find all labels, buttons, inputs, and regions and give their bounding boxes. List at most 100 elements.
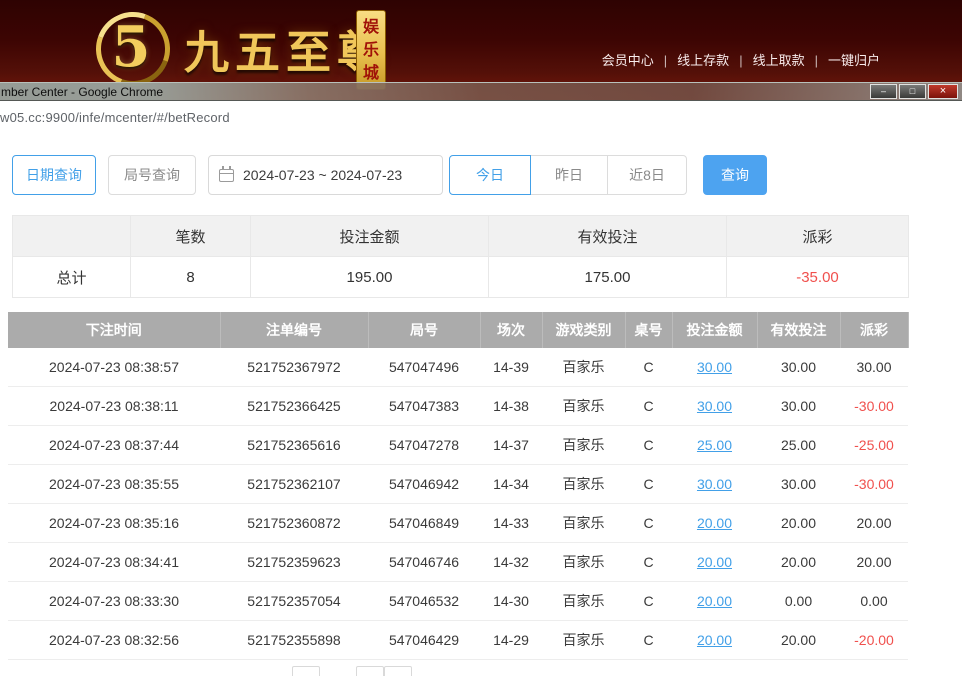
cell-game-type: 百家乐	[542, 387, 625, 426]
pagination-fragment[interactable]	[356, 666, 384, 676]
bet-amount-link[interactable]: 30.00	[697, 476, 732, 492]
cell-round-number: 547047496	[368, 348, 480, 387]
bet-amount-link[interactable]: 20.00	[697, 632, 732, 648]
cell-bet-amount: 30.00	[672, 465, 757, 504]
bet-amount-link[interactable]: 20.00	[697, 593, 732, 609]
summary-header-row: 笔数 投注金额 有效投注 派彩	[13, 216, 909, 257]
cell-game-type: 百家乐	[542, 504, 625, 543]
maximize-button[interactable]: □	[899, 84, 926, 99]
cell-game-type: 百家乐	[542, 543, 625, 582]
summary-header-valid-bet: 有效投注	[489, 216, 727, 257]
date-range-input[interactable]: 2024-07-23 ~ 2024-07-23	[208, 155, 443, 195]
date-range-value: 2024-07-23 ~ 2024-07-23	[243, 167, 402, 183]
cell-payout: 0.00	[840, 582, 908, 621]
minimize-button[interactable]: –	[870, 84, 897, 99]
cell-table-code: C	[625, 348, 672, 387]
round-query-tab[interactable]: 局号查询	[108, 155, 196, 195]
cell-table-code: C	[625, 621, 672, 660]
summary-total-count: 8	[131, 257, 251, 298]
bet-record-row: 2024-07-23 08:38:11 521752366425 5470473…	[8, 387, 908, 426]
cell-payout: -30.00	[840, 387, 908, 426]
cell-payout: 30.00	[840, 348, 908, 387]
cell-bet-number: 521752357054	[220, 582, 368, 621]
bet-record-row: 2024-07-23 08:37:44 521752365616 5470472…	[8, 426, 908, 465]
cell-round-number: 547046849	[368, 504, 480, 543]
cell-valid-bet: 20.00	[757, 543, 840, 582]
cell-round-number: 547046746	[368, 543, 480, 582]
address-bar: w05.cc:9900/infe/mcenter/#/betRecord	[0, 101, 962, 133]
cell-table-code: C	[625, 465, 672, 504]
site-logo-emblem: 5	[88, 4, 174, 90]
banner-nav-link[interactable]: 一键归户	[828, 50, 880, 69]
cell-round-number: 547047278	[368, 426, 480, 465]
cell-table-code: C	[625, 504, 672, 543]
cell-bet-time: 2024-07-23 08:38:57	[8, 348, 220, 387]
cell-bet-time: 2024-07-23 08:38:11	[8, 387, 220, 426]
screen: 5 九五至尊 娱乐城 会员中心线上存款线上取款一键归户 mber Center …	[0, 0, 962, 676]
summary-total-row: 总计 8 195.00 175.00 -35.00	[13, 257, 909, 298]
pagination-fragment[interactable]	[292, 666, 320, 676]
records-header-cell: 局号	[368, 312, 480, 348]
logo-number: 5	[88, 4, 174, 90]
cell-session: 14-34	[480, 465, 542, 504]
records-header-cell: 注单编号	[220, 312, 368, 348]
cell-payout: -20.00	[840, 621, 908, 660]
cell-bet-time: 2024-07-23 08:32:56	[8, 621, 220, 660]
cell-valid-bet: 30.00	[757, 465, 840, 504]
banner-nav-link[interactable]: 线上存款	[677, 50, 752, 69]
records-header-cell: 游戏类别	[542, 312, 625, 348]
records-header-cell: 场次	[480, 312, 542, 348]
cell-bet-amount: 20.00	[672, 621, 757, 660]
records-header-cell: 派彩	[840, 312, 908, 348]
cell-bet-number: 521752367972	[220, 348, 368, 387]
cell-bet-time: 2024-07-23 08:34:41	[8, 543, 220, 582]
cell-session: 14-39	[480, 348, 542, 387]
bet-record-row: 2024-07-23 08:33:30 521752357054 5470465…	[8, 582, 908, 621]
records-header-cell: 有效投注	[757, 312, 840, 348]
cell-session: 14-32	[480, 543, 542, 582]
cell-valid-bet: 30.00	[757, 387, 840, 426]
cell-session: 14-38	[480, 387, 542, 426]
calendar-icon	[219, 169, 234, 182]
pagination-fragment[interactable]	[384, 666, 412, 676]
cell-round-number: 547046429	[368, 621, 480, 660]
cell-valid-bet: 25.00	[757, 426, 840, 465]
cell-session: 14-30	[480, 582, 542, 621]
banner-nav-link[interactable]: 会员中心	[602, 50, 677, 69]
last-8-days-button[interactable]: 近8日	[607, 155, 687, 195]
date-query-tab[interactable]: 日期查询	[12, 155, 96, 195]
cell-payout: 20.00	[840, 543, 908, 582]
cell-bet-amount: 30.00	[672, 387, 757, 426]
records-body: 2024-07-23 08:38:57 521752367972 5470474…	[8, 348, 908, 660]
records-header-row: 下注时间注单编号局号场次游戏类别桌号投注金额有效投注派彩	[8, 312, 908, 348]
close-button[interactable]: ×	[928, 84, 958, 99]
window-controls: – □ ×	[868, 84, 958, 99]
cell-round-number: 547047383	[368, 387, 480, 426]
bet-amount-link[interactable]: 20.00	[697, 515, 732, 531]
cell-round-number: 547046532	[368, 582, 480, 621]
bet-record-row: 2024-07-23 08:34:41 521752359623 5470467…	[8, 543, 908, 582]
cell-game-type: 百家乐	[542, 621, 625, 660]
cell-bet-number: 521752359623	[220, 543, 368, 582]
bet-amount-link[interactable]: 25.00	[697, 437, 732, 453]
cell-valid-bet: 20.00	[757, 504, 840, 543]
summary-total-valid-bet: 175.00	[489, 257, 727, 298]
window-titlebar: mber Center - Google Chrome – □ ×	[0, 82, 962, 101]
records-header-cell: 投注金额	[672, 312, 757, 348]
address-url: w05.cc:9900/infe/mcenter/#/betRecord	[0, 110, 230, 125]
bet-amount-link[interactable]: 30.00	[697, 398, 732, 414]
bet-amount-link[interactable]: 20.00	[697, 554, 732, 570]
cell-bet-number: 521752360872	[220, 504, 368, 543]
cell-bet-time: 2024-07-23 08:35:16	[8, 504, 220, 543]
bet-records-table: 下注时间注单编号局号场次游戏类别桌号投注金额有效投注派彩 2024-07-23 …	[8, 312, 909, 660]
cell-payout: -25.00	[840, 426, 908, 465]
bet-amount-link[interactable]: 30.00	[697, 359, 732, 375]
yesterday-button[interactable]: 昨日	[530, 155, 608, 195]
cell-bet-amount: 25.00	[672, 426, 757, 465]
cell-bet-time: 2024-07-23 08:37:44	[8, 426, 220, 465]
cell-table-code: C	[625, 426, 672, 465]
banner-nav: 会员中心线上存款线上取款一键归户	[602, 50, 880, 69]
today-button[interactable]: 今日	[449, 155, 531, 195]
banner-nav-link[interactable]: 线上取款	[753, 50, 828, 69]
search-button[interactable]: 查询	[703, 155, 767, 195]
